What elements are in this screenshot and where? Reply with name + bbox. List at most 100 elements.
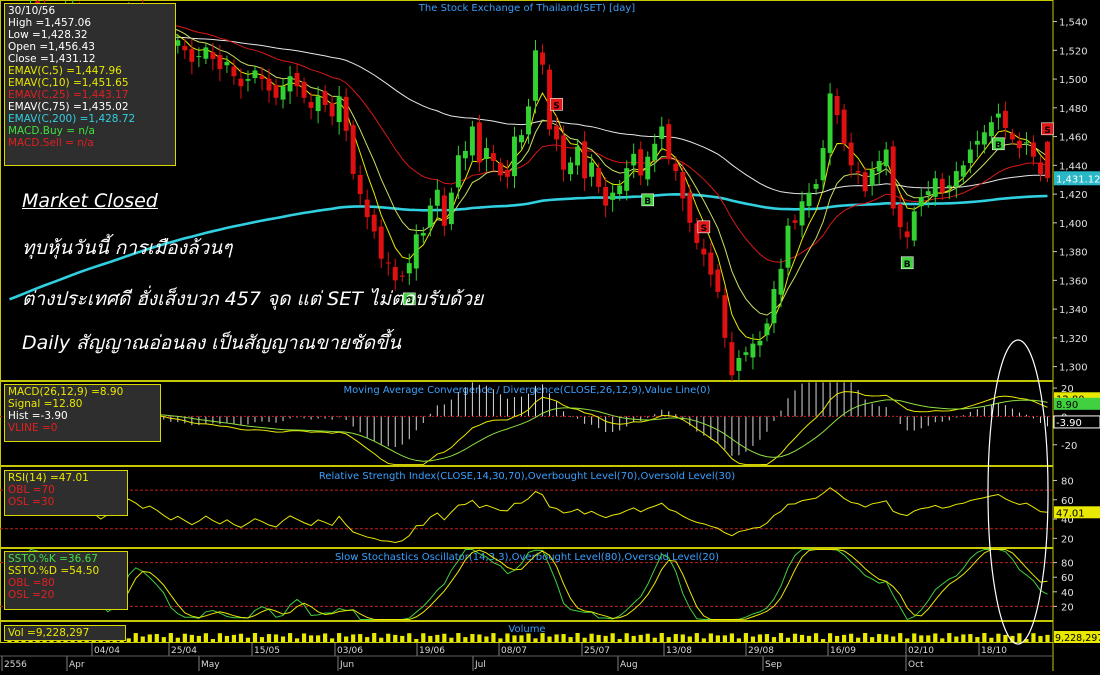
volume-bar — [386, 633, 391, 642]
x-month-label: May — [201, 660, 220, 670]
x-date-label: 25/07 — [584, 646, 610, 656]
candle-body — [231, 66, 237, 77]
candle — [806, 183, 812, 218]
candle-body — [406, 263, 412, 274]
volume-bar — [203, 633, 208, 642]
rsi-info-panel: RSI(14) =47.01 OBL =70 OSL =30 — [4, 470, 128, 516]
candle — [834, 88, 840, 125]
x-date-label: 03/06 — [337, 646, 363, 656]
volume-bar — [863, 633, 868, 642]
candle — [568, 156, 574, 181]
x-date-label: 15/05 — [254, 646, 280, 656]
volume-bar — [512, 635, 517, 642]
ssto-ytick-label: 80 — [1061, 559, 1074, 570]
info-emav75: EMAV(C,75) =1,435.02 — [8, 101, 129, 113]
volume-bar — [673, 634, 678, 642]
price-ytick-label: 1,420 — [1059, 190, 1088, 201]
rsi-ytick-label: 20 — [1061, 534, 1074, 545]
commentary-line-2: ต่างประเทศดี ฮั่งเส็งบวก 457 จุด แต่ SET… — [22, 288, 484, 310]
info-close: Close =1,431.12 — [8, 53, 96, 65]
candle — [1002, 101, 1008, 140]
volume-bar — [947, 633, 952, 642]
candle-body — [932, 178, 938, 197]
candle-body — [568, 162, 574, 175]
candle-body — [196, 56, 202, 58]
candle-body — [238, 78, 244, 87]
info-macd-sell: MACD.Sell = n/a — [8, 137, 94, 149]
candle-body — [329, 103, 335, 117]
x-date-label: 25/04 — [171, 646, 197, 656]
info-macd-buy: MACD.Buy = n/a — [8, 125, 95, 137]
volume-bar — [217, 633, 223, 642]
price-ytick-label: 1,540 — [1059, 18, 1088, 29]
candle-body — [750, 343, 756, 358]
candle-body — [371, 214, 377, 232]
volume-bar — [133, 633, 138, 642]
info-emav5: EMAV(C,5) =1,447.96 — [8, 65, 122, 77]
candle-body — [603, 186, 609, 206]
volume-bar — [856, 637, 861, 642]
candle — [512, 126, 517, 189]
candle-body — [378, 226, 384, 259]
candle-body — [287, 76, 293, 92]
candle — [1023, 132, 1029, 155]
candle-body — [469, 126, 475, 156]
candle-body — [203, 47, 209, 59]
volume-bar — [126, 638, 131, 642]
x-date-label: 08/07 — [501, 646, 527, 656]
candle-body — [617, 185, 623, 195]
candle-body — [526, 106, 531, 135]
volume-bar — [736, 638, 742, 642]
volume-bar — [140, 636, 145, 642]
candle — [757, 331, 763, 358]
info-rsi-osl: OSL =30 — [8, 496, 55, 508]
volume-bar — [175, 637, 180, 642]
x-month-label: Jul — [474, 660, 486, 670]
candle-body — [960, 165, 966, 177]
volume-bar — [701, 638, 706, 642]
candle — [259, 66, 265, 91]
rsi-ytick-label: 80 — [1061, 476, 1074, 487]
candle — [932, 170, 938, 206]
volume-bar — [589, 633, 594, 642]
candle-body — [1002, 110, 1008, 128]
volume-bar — [827, 633, 833, 642]
candle-body — [1016, 140, 1022, 149]
volume-bar — [252, 633, 258, 642]
volume-bar — [308, 635, 314, 642]
volume-bar — [554, 634, 559, 642]
volume-bar — [652, 637, 657, 642]
volume-bar — [575, 633, 580, 642]
candle-body — [1038, 162, 1043, 174]
candle-body — [448, 192, 454, 225]
candle — [589, 154, 595, 187]
info-macd-signal: Signal =12.80 — [8, 398, 83, 410]
volume-bar — [715, 635, 720, 642]
candle-body — [182, 45, 188, 51]
rsi-ytick-label: 60 — [1061, 496, 1074, 507]
candle — [1009, 128, 1015, 146]
volume-bar — [168, 633, 173, 642]
rsi-line — [9, 471, 1048, 543]
volume-bar — [1045, 634, 1050, 642]
macd-info-panel: MACD(26,12,9) =8.90 Signal =12.80 Hist =… — [4, 384, 161, 442]
candle-body — [413, 234, 419, 269]
candle-body — [420, 232, 426, 236]
volume-bar — [1003, 634, 1008, 642]
volume-bar — [1038, 635, 1043, 642]
candle-body — [1023, 142, 1029, 144]
volume-bar — [687, 636, 692, 642]
candle-body — [610, 192, 616, 200]
volume-bar — [358, 634, 363, 642]
candle-body — [771, 288, 777, 324]
volume-bar — [344, 636, 349, 642]
volume-bar — [301, 633, 307, 642]
volume-bar — [400, 635, 405, 642]
volume-bar — [582, 637, 587, 642]
volume-bar — [764, 634, 770, 642]
volume-bar — [245, 637, 251, 642]
candle-body — [701, 248, 707, 255]
x-month-label: 2556 — [4, 660, 27, 670]
info-emav10: EMAV(C,10) =1,451.65 — [8, 77, 129, 89]
sell-signal-marker: S — [550, 97, 563, 111]
